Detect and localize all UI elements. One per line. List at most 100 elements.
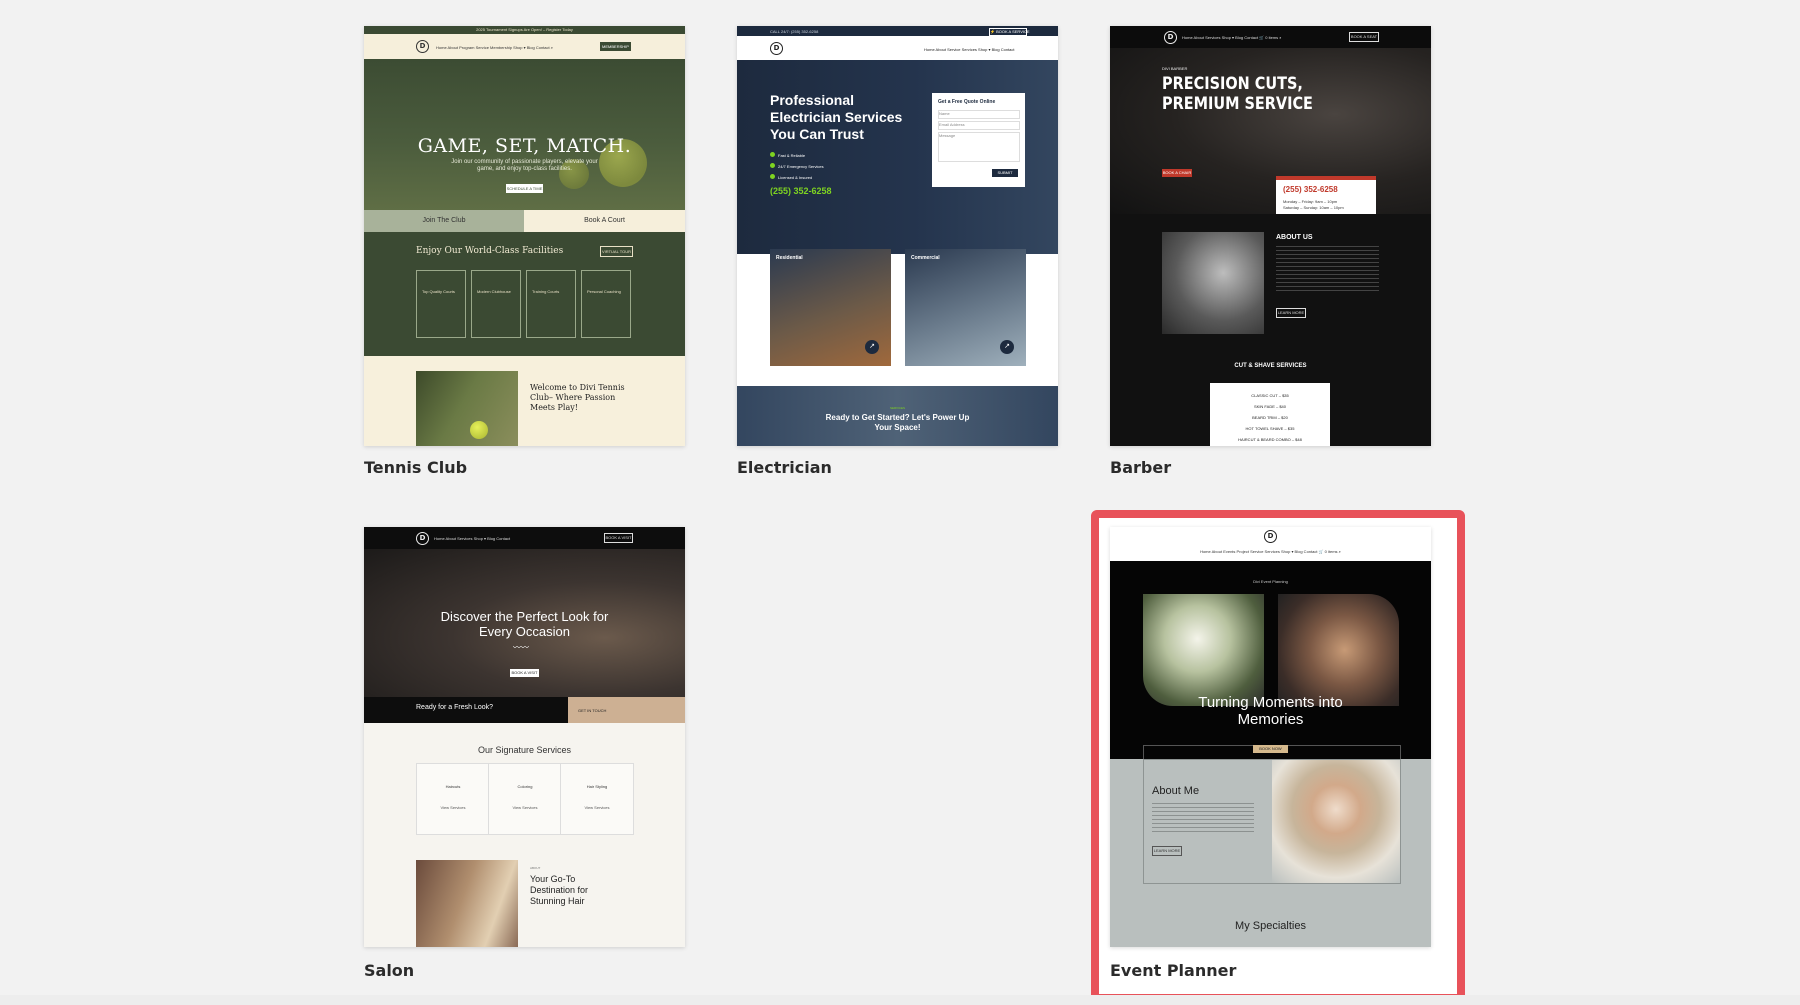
layout-label[interactable]: Event Planner bbox=[1110, 961, 1236, 980]
learn-more-button[interactable]: LEARN MORE bbox=[1152, 846, 1182, 856]
call-text: CALL 24/7: (255) 352-6258 bbox=[770, 29, 818, 34]
check-label: 24/7 Emergency Services bbox=[778, 164, 824, 169]
get-in-touch-button[interactable]: GET IN TOUCH bbox=[568, 697, 685, 723]
bottom-scroll-area bbox=[0, 995, 1800, 1005]
destination-eyebrow: ABOUT bbox=[530, 866, 540, 870]
commercial-card[interactable]: Commercial ↗ bbox=[905, 249, 1026, 366]
logo-icon: D bbox=[416, 40, 429, 53]
bouquet-photo bbox=[1143, 594, 1264, 706]
hero-eyebrow: DIVI BARBER bbox=[1162, 66, 1187, 71]
book-chair-button[interactable]: BOOK A CHAIR bbox=[1162, 169, 1192, 177]
arrow-icon[interactable]: ↗ bbox=[865, 340, 879, 354]
barber-phone[interactable]: (255) 352-6258 bbox=[1283, 185, 1338, 194]
price-item: SKIN FADE – $40 bbox=[1210, 404, 1330, 409]
fresh-look-bar: Ready for a Fresh Look? bbox=[364, 697, 568, 723]
arrow-icon[interactable]: ↗ bbox=[1000, 340, 1014, 354]
thumbnail-event-planner[interactable]: D Home About Events Project Service Serv… bbox=[1110, 527, 1431, 947]
wave-icon: 〰〰 bbox=[513, 642, 529, 653]
schedule-button[interactable]: SCHEDULE A TIME bbox=[506, 184, 543, 193]
card-label: Residential bbox=[776, 255, 803, 261]
check-label: Fast & Reliable bbox=[778, 153, 805, 158]
cta-title: Ready to Get Started? Let's Power Up You… bbox=[817, 413, 978, 433]
view-services-link[interactable]: View Services bbox=[489, 805, 561, 810]
form-title: Get a Free Quote Online bbox=[938, 99, 995, 105]
book-service-button[interactable]: ⚡ BOOK A SERVICE bbox=[989, 28, 1027, 36]
tab-join[interactable]: Join The Club bbox=[364, 210, 524, 232]
book-now-button[interactable]: BOOK NOW bbox=[1253, 745, 1288, 753]
navbar: D Home About Service Services Shop ▾ Blo… bbox=[737, 36, 1058, 60]
membership-button[interactable]: MEMBERSHIP bbox=[600, 42, 631, 51]
nav-menu[interactable]: Home About Program Service Membership Sh… bbox=[436, 45, 553, 50]
form-field-email[interactable]: Email Address bbox=[938, 121, 1020, 130]
feature-card: Training Courts bbox=[526, 270, 576, 338]
nav-menu[interactable]: Home About Services Shop ▾ Blog Contact … bbox=[1182, 35, 1282, 40]
learn-more-button[interactable]: LEARN MORE bbox=[1276, 308, 1306, 318]
check-icon bbox=[770, 152, 775, 157]
navbar: D Home About Services Shop ▾ Blog Contac… bbox=[1110, 26, 1431, 48]
fresh-look-title: Ready for a Fresh Look? bbox=[416, 704, 493, 711]
logo-icon: D bbox=[1264, 530, 1277, 543]
about-panel: About Me LEARN MORE bbox=[1143, 759, 1401, 884]
hero-eyebrow: Divi Event Planning bbox=[1110, 579, 1431, 584]
form-field-name[interactable]: Name bbox=[938, 110, 1020, 119]
price-item: HAIRCUT & BEARD COMBO – $48 bbox=[1210, 437, 1330, 442]
navbar: D Home About Services Shop ▾ Blog Contac… bbox=[364, 527, 685, 549]
logo-icon: D bbox=[1164, 31, 1177, 44]
facilities-section: Enjoy Our World-Class Facilities VIRTUAL… bbox=[364, 232, 685, 356]
price-item: HOT TOWEL SHAVE – $35 bbox=[1210, 426, 1330, 431]
hero-title: PRECISION CUTS, PREMIUM SERVICE bbox=[1162, 74, 1324, 114]
about-text bbox=[1276, 246, 1379, 292]
logo-icon: D bbox=[416, 532, 429, 545]
nav-menu[interactable]: Home About Services Shop ▾ Blog Contact bbox=[434, 536, 510, 541]
feature-label: Modern Clubhouse bbox=[477, 289, 515, 294]
residential-card[interactable]: Residential ↗ bbox=[770, 249, 891, 366]
player-photo bbox=[416, 371, 518, 446]
layout-label[interactable]: Salon bbox=[364, 961, 414, 980]
hero-title: Turning Moments into Memories bbox=[1170, 694, 1371, 728]
hero-title: GAME, SET, MATCH. bbox=[364, 135, 685, 157]
layout-label[interactable]: Tennis Club bbox=[364, 458, 467, 477]
hero: GAME, SET, MATCH. Join our community of … bbox=[364, 59, 685, 210]
form-field-message[interactable]: Message bbox=[938, 132, 1020, 162]
service-card[interactable]: Hair Styling View Services bbox=[560, 763, 634, 835]
submit-button[interactable]: SUBMIT bbox=[992, 169, 1018, 177]
top-banner: 2025 Tournament Signups Are Open! – Regi… bbox=[364, 26, 685, 34]
virtual-tour-button[interactable]: VIRTUAL TOUR bbox=[600, 246, 633, 257]
price-item: BEARD TRIM – $20 bbox=[1210, 415, 1330, 420]
hours-weekday: Monday – Friday: 9am – 10pm bbox=[1283, 199, 1337, 204]
nav-menu[interactable]: Home About Service Services Shop ▾ Blog … bbox=[924, 47, 1015, 52]
card-label: Commercial bbox=[911, 255, 940, 261]
tab-book[interactable]: Book A Court bbox=[524, 210, 685, 232]
check-list: Fast & Reliable 24/7 Emergency Services … bbox=[770, 152, 824, 180]
contact-card: (255) 352-6258 Monday – Friday: 9am – 10… bbox=[1276, 176, 1376, 214]
view-services-link[interactable]: View Services bbox=[561, 805, 633, 810]
service-card[interactable]: Coloring View Services bbox=[488, 763, 562, 835]
thumbnail-barber[interactable]: D Home About Services Shop ▾ Blog Contac… bbox=[1110, 26, 1431, 446]
layout-label[interactable]: Barber bbox=[1110, 458, 1171, 477]
logo-icon: D bbox=[770, 42, 783, 55]
feature-card: Personal Coaching bbox=[581, 270, 631, 338]
hero-image: Discover the Perfect Look for Every Occa… bbox=[364, 549, 685, 697]
services-title: CUT & SHAVE SERVICES bbox=[1110, 363, 1431, 369]
navbar: D Home About Program Service Membership … bbox=[364, 34, 685, 59]
hero: Divi Event Planning Turning Moments into… bbox=[1110, 561, 1431, 759]
view-services-link[interactable]: View Services bbox=[417, 805, 489, 810]
feature-label: Top Quality Courts bbox=[422, 289, 460, 294]
thumbnail-salon[interactable]: D Home About Services Shop ▾ Blog Contac… bbox=[364, 527, 685, 947]
about-title: About Me bbox=[1152, 785, 1199, 797]
layout-label[interactable]: Electrician bbox=[737, 458, 832, 477]
specialties-title: My Specialties bbox=[1110, 920, 1431, 932]
hours-weekend: Saturday – Sunday: 10am – 10pm bbox=[1283, 205, 1344, 210]
book-visit-button[interactable]: BOOK A VISIT bbox=[510, 669, 539, 677]
service-card[interactable]: Haircuts View Services bbox=[416, 763, 490, 835]
hero: Professional Electrician Services You Ca… bbox=[737, 60, 1058, 254]
book-visit-nav-button[interactable]: BOOK A VISIT bbox=[604, 533, 633, 543]
nav-menu[interactable]: Home About Events Project Service Servic… bbox=[1110, 549, 1431, 554]
thumbnail-electrician[interactable]: CALL 24/7: (255) 352-6258 ⚡ BOOK A SERVI… bbox=[737, 26, 1058, 446]
check-icon bbox=[770, 163, 775, 168]
thumbnail-tennis[interactable]: 2025 Tournament Signups Are Open! – Regi… bbox=[364, 26, 685, 446]
hero-phone[interactable]: (255) 352-6258 bbox=[770, 186, 832, 196]
service-label: Haircuts bbox=[417, 784, 489, 789]
book-seat-button[interactable]: BOOK A SEAT bbox=[1349, 32, 1379, 42]
check-icon bbox=[770, 174, 775, 179]
